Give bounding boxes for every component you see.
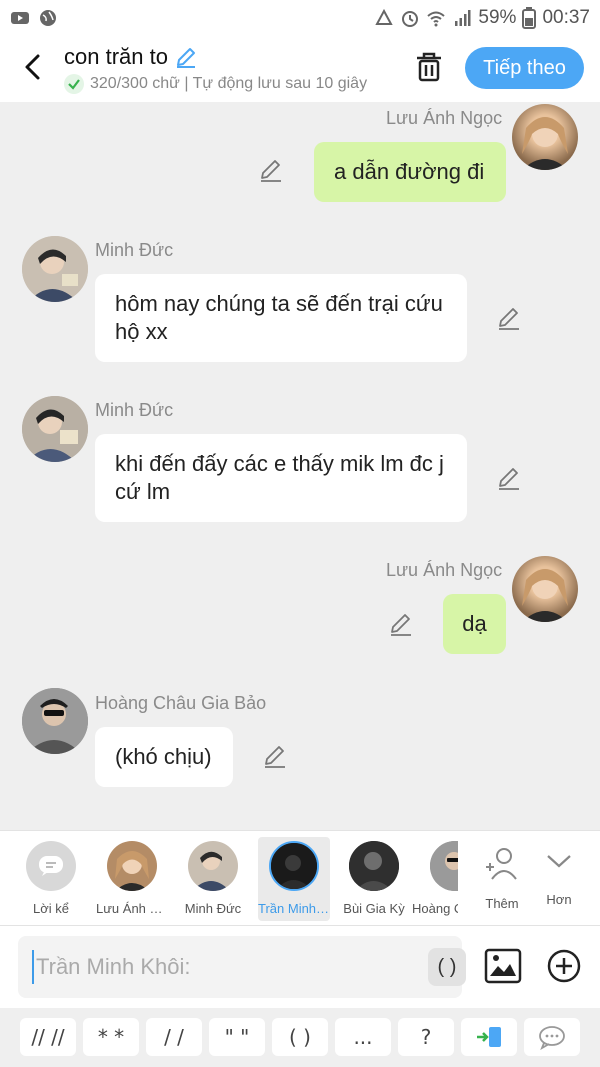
character-label: Lời kể xyxy=(33,901,69,916)
image-icon[interactable] xyxy=(484,948,522,984)
avatar[interactable] xyxy=(22,396,88,462)
composer: ( ) xyxy=(0,926,600,1008)
enter-scene-button[interactable] xyxy=(461,1018,517,1056)
avatar xyxy=(107,841,157,891)
sender-name: Minh Đức xyxy=(95,240,174,260)
parentheses-button[interactable]: ( ) xyxy=(428,948,466,986)
avatar xyxy=(349,841,399,891)
clock: 00:37 xyxy=(542,7,590,28)
enter-door-icon xyxy=(477,1027,501,1047)
message-bubble[interactable]: a dẫn đường đi xyxy=(314,142,506,202)
autosave-text: 320/300 chữ | Tự động lưu sau 10 giây xyxy=(90,75,368,92)
avatar xyxy=(430,841,458,891)
alarm-icon xyxy=(402,11,419,27)
chat-area[interactable]: Lưu Ánh Ngọc a dẫn đường đi Minh Đức hôm… xyxy=(0,102,600,830)
trash-icon[interactable] xyxy=(412,50,446,84)
youtube-icon xyxy=(11,12,29,24)
character-selector: Lời kể Lưu Ánh Ngọc Minh Đức Trần Minh K… xyxy=(0,830,600,926)
chat-bubble-button[interactable] xyxy=(524,1018,580,1056)
character-bui-gia-ky[interactable]: Bùi Gia Kỳ xyxy=(338,837,410,921)
back-arrow-icon[interactable] xyxy=(18,52,48,82)
character-tran-minh-khoi[interactable]: Trần Minh Khôi xyxy=(258,837,330,921)
more-characters-button[interactable]: Hơn xyxy=(523,837,595,921)
wifi-icon xyxy=(427,11,446,27)
symbol-shortcuts: // // * * / / " " ( ) ... ? xyxy=(0,1008,600,1067)
sender-name: Lưu Ánh Ngọc xyxy=(386,108,503,128)
narrator-icon xyxy=(26,841,76,891)
battery-percent: 59% xyxy=(478,7,517,28)
message-input-box[interactable]: ( ) xyxy=(18,936,466,998)
symbol-button[interactable]: * * xyxy=(83,1018,139,1056)
avatar[interactable] xyxy=(22,236,88,302)
check-icon xyxy=(64,74,84,94)
edit-message-icon[interactable] xyxy=(262,744,288,770)
symbol-button[interactable]: ( ) xyxy=(272,1018,328,1056)
avatar[interactable] xyxy=(22,688,88,754)
chevron-down-icon xyxy=(547,855,571,868)
sender-name: Minh Đức xyxy=(95,400,174,420)
character-luu-anh-ngoc[interactable]: Lưu Ánh Ngọc xyxy=(96,837,168,921)
character-hoang-chau-gia-bao[interactable]: Hoàng Châu Gia Bảo xyxy=(412,837,458,921)
add-circle-icon[interactable] xyxy=(546,948,582,984)
header: con trăn to 320/300 chữ | Tự động lưu sa… xyxy=(0,36,600,102)
message-bubble[interactable]: dạ xyxy=(443,594,506,654)
autosave-status: 320/300 chữ | Tự động lưu sau 10 giây xyxy=(64,74,392,94)
edit-message-icon[interactable] xyxy=(258,158,284,184)
battery-icon xyxy=(522,7,537,29)
status-bar: 59% 00:37 xyxy=(0,0,600,36)
edit-message-icon[interactable] xyxy=(496,466,522,492)
character-label: Hoàng Châu Gia Bảo xyxy=(412,901,458,916)
story-title-text: con trăn to xyxy=(64,44,168,69)
symbol-button[interactable]: / / xyxy=(146,1018,202,1056)
avatar xyxy=(269,841,319,891)
edit-message-icon[interactable] xyxy=(388,612,414,638)
avatar[interactable] xyxy=(512,556,578,622)
character-label: Minh Đức xyxy=(184,901,242,916)
message-bubble[interactable]: hôm nay chúng ta sẽ đến trại cứu hộ xx xyxy=(95,274,467,362)
character-narrator[interactable]: Lời kể xyxy=(15,837,87,921)
edit-message-icon[interactable] xyxy=(496,306,522,332)
avatar[interactable] xyxy=(512,104,578,170)
symbol-button[interactable]: ... xyxy=(335,1018,391,1056)
story-title[interactable]: con trăn to xyxy=(64,44,198,70)
character-label: Lưu Ánh Ngọc xyxy=(96,901,168,916)
next-button[interactable]: Tiếp theo xyxy=(465,47,584,89)
message-input[interactable] xyxy=(32,950,412,984)
character-scroll-clip: Hoàng Châu Gia Bảo xyxy=(412,831,458,925)
sender-name: Hoàng Châu Gia Bảo xyxy=(95,693,267,713)
globe-icon xyxy=(40,10,56,26)
symbol-button[interactable]: // // xyxy=(20,1018,76,1056)
add-user-icon xyxy=(486,848,517,880)
edit-title-icon[interactable] xyxy=(174,45,198,69)
message-bubble[interactable]: khi đến đấy các e thấy mik lm đc j cứ lm xyxy=(95,434,467,522)
character-label: Bùi Gia Kỳ xyxy=(343,901,405,916)
message-bubble[interactable]: (khó chịu) xyxy=(95,727,233,787)
recycle-icon xyxy=(375,8,394,25)
signal-icon xyxy=(455,10,471,26)
symbol-button[interactable]: ? xyxy=(398,1018,454,1056)
character-label: Trần Minh Khôi xyxy=(258,901,330,916)
avatar xyxy=(188,841,238,891)
sender-name: Lưu Ánh Ngọc xyxy=(386,560,503,580)
character-minh-duc[interactable]: Minh Đức xyxy=(177,837,249,921)
symbol-button[interactable]: " " xyxy=(209,1018,265,1056)
character-label: Hơn xyxy=(546,892,572,907)
chat-bubble-icon xyxy=(539,1026,565,1050)
